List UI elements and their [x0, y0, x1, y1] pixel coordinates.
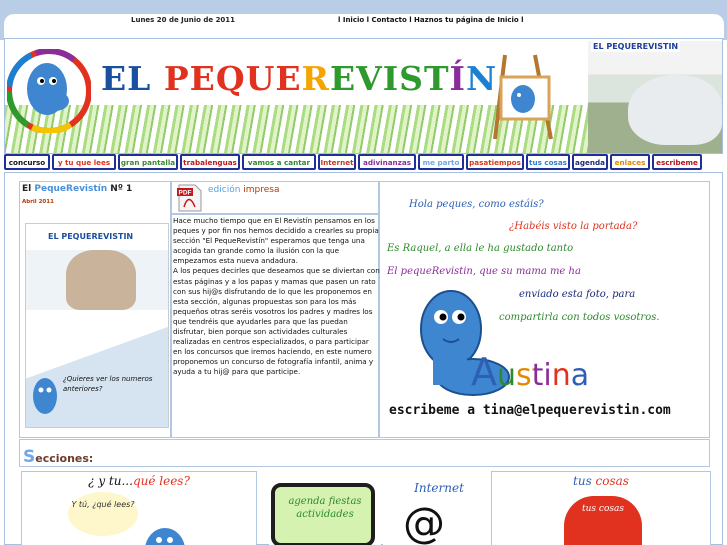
- easel-icon: [493, 54, 553, 140]
- pdf-icon[interactable]: PDF: [175, 183, 205, 213]
- speech-bubble: Y tú, ¿qué lees?: [68, 492, 138, 536]
- nav-concurso[interactable]: concurso: [4, 154, 50, 170]
- top-bar: Lunes 20 de Junio de 2011 l Inicio l Con…: [0, 0, 727, 40]
- tina-line: ¿Habéis visto la portada?: [509, 221, 638, 232]
- nav-trabalenguas[interactable]: trabalenguas: [180, 154, 240, 170]
- title-part: EVIST: [329, 59, 450, 98]
- issue-title[interactable]: El PequeRevistín Nº 1: [22, 184, 132, 194]
- current-date: Lunes 20 de Junio de 2011: [131, 16, 236, 24]
- cover-question[interactable]: ¿Quieres ver los numeros anteriores?: [63, 374, 168, 394]
- nav-vamos-a-cantar[interactable]: vamos a cantar: [242, 154, 316, 170]
- tina-line: compartirla con todos vosotros.: [499, 312, 660, 323]
- nav-tus-cosas[interactable]: tus cosas: [526, 154, 570, 170]
- section-title: ¿ y tu...qué lees?: [22, 474, 256, 488]
- section-title-b: cosas: [595, 474, 629, 488]
- link-homepage[interactable]: l Haznos tu página de Inicio l: [409, 16, 523, 24]
- section-card-reading[interactable]: ¿ y tu...qué lees? Y tú, ¿qué lees?: [21, 471, 257, 545]
- tina-message: Hola peques, como estáis? ¿Habéis visto …: [383, 183, 710, 438]
- nav-agenda[interactable]: agenda: [572, 154, 608, 170]
- issue-title-prefix: El: [22, 184, 35, 194]
- nav-y-tu-que-lees[interactable]: y tu que lees: [52, 154, 116, 170]
- nav-gran-pantalla[interactable]: gran pantalla: [118, 154, 178, 170]
- sculpture-shape: [628, 75, 722, 145]
- tina-name-rest: ustina: [497, 358, 589, 393]
- photo-badge: EL PEQUEREVISTIN: [591, 41, 681, 52]
- cover-child: [66, 250, 136, 310]
- mascot-icon: [145, 528, 185, 545]
- tina-name-a: A: [471, 350, 497, 394]
- site-title: EL PEQUEREVISTÍN: [101, 59, 497, 98]
- article-paragraph: A los peques decirles que deseamos que s…: [173, 266, 380, 377]
- section-card-tus-cosas[interactable]: tus cosas tus cosas: [491, 471, 711, 545]
- print-edition-link[interactable]: edición impresa: [208, 185, 280, 195]
- title-part: Í: [449, 59, 466, 98]
- nav-enlaces[interactable]: enlaces: [610, 154, 650, 170]
- at-sign-icon: @: [403, 498, 445, 545]
- banner-photo: EL PEQUEREVISTIN: [588, 41, 722, 153]
- print-edition-b: impresa: [240, 185, 280, 195]
- top-bar-strip: Lunes 20 de Junio de 2011 l Inicio l Con…: [4, 14, 724, 38]
- section-card-internet[interactable]: Internet @: [383, 471, 495, 545]
- cover-head: EL PEQUEREVISTIN: [26, 224, 168, 250]
- link-contacto[interactable]: Contacto: [371, 16, 406, 24]
- nav-pasatiempos[interactable]: pasatiempos: [466, 154, 524, 170]
- title-part: PEQUE: [163, 59, 302, 98]
- svg-text:PDF: PDF: [179, 190, 192, 197]
- nav-me-parto[interactable]: me parto: [418, 154, 464, 170]
- nav-escribeme[interactable]: escribeme: [652, 154, 702, 170]
- issue-date: Abril 2011: [22, 199, 54, 205]
- sections-heading: Secciones:: [19, 443, 709, 467]
- cover-image[interactable]: EL PEQUEREVISTIN ¿Quieres ver los numero…: [25, 223, 169, 428]
- title-part: EL: [101, 59, 164, 98]
- print-edition-a: edición: [208, 185, 241, 195]
- tina-line: enviado esta foto, para: [519, 289, 636, 300]
- site-banner: EL PEQUEREVISTÍN EL PEQUEREVISTIN: [4, 38, 723, 154]
- article-paragraph: Hace mucho tiempo que en El Revistín pen…: [173, 216, 379, 266]
- issue-title-brand: PequeRevistín: [34, 184, 108, 194]
- section-title-a: tus: [573, 474, 596, 488]
- sections-heading-initial: S: [23, 447, 36, 467]
- main-nav: concurso y tu que lees gran pantalla trabal…: [4, 154, 723, 170]
- mascot-logo-icon: [7, 49, 91, 133]
- section-title-b: qué lees?: [132, 474, 190, 488]
- title-part: R: [301, 59, 330, 98]
- tina-line: Es Raquel, a ella le ha gustado tanto: [387, 243, 574, 254]
- tina-email-link[interactable]: escribeme a tina@elpequerevistin.com: [389, 403, 671, 418]
- link-inicio[interactable]: l Inicio l: [338, 16, 369, 24]
- tina-line: El pequeRevistin, que su mama me ha: [387, 266, 581, 277]
- issue-title-suffix: Nº 1: [107, 184, 133, 194]
- sections-heading-rest: ecciones:: [35, 452, 94, 465]
- tina-name: Austina: [471, 350, 589, 394]
- main-content: El PequeRevistín Nº 1 Abril 2011 EL PEQU…: [4, 172, 723, 545]
- page: { "header": { "date": "Lunes 20 de Junio…: [0, 0, 727, 545]
- top-links: l Inicio l Contacto l Haznos tu página d…: [338, 16, 524, 24]
- tus-cosas-label: tus cosas: [582, 504, 624, 514]
- section-title: tus cosas: [492, 474, 710, 488]
- internet-title: Internet: [414, 481, 464, 495]
- nav-adivinanzas[interactable]: adivinanzas: [358, 154, 416, 170]
- tina-line: Hola peques, como estáis?: [409, 199, 544, 210]
- section-card-agenda[interactable]: agenda fiestas actividades: [269, 471, 381, 545]
- agenda-title: agenda fiestas actividades: [288, 496, 362, 520]
- nav-internet[interactable]: Internet: [318, 154, 356, 170]
- mascot-icon: [33, 378, 57, 414]
- svg-text:@: @: [403, 498, 445, 545]
- intro-article: Hace mucho tiempo que en El Revistín pen…: [173, 216, 380, 378]
- section-title-a: ¿ y tu...: [88, 474, 133, 488]
- tina-name-letters: ustina: [497, 358, 590, 393]
